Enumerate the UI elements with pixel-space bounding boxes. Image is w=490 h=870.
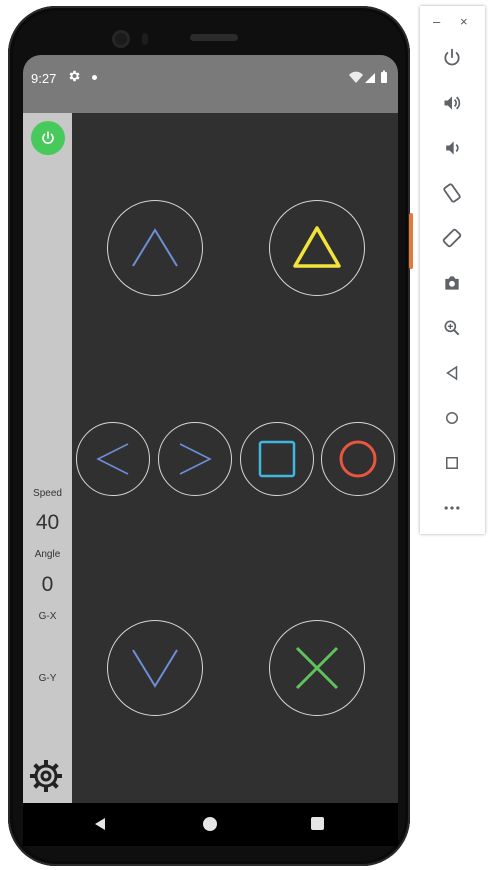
angle-value: 0	[41, 573, 54, 596]
rotate-right-button[interactable]	[440, 226, 464, 250]
power-icon	[444, 48, 460, 66]
zoom-icon	[444, 320, 460, 336]
triangle-button[interactable]	[269, 200, 365, 296]
angle-label: Angle	[34, 549, 61, 560]
earpiece	[190, 34, 238, 41]
back-icon[interactable]	[93, 817, 107, 831]
circle-icon	[339, 440, 377, 478]
rotate-left-icon	[443, 183, 461, 203]
square-button[interactable]	[240, 422, 314, 496]
volume-up-icon	[444, 96, 461, 110]
left-button[interactable]	[76, 422, 150, 496]
left-arrow-icon	[96, 443, 129, 475]
close-button[interactable]: ×	[460, 14, 468, 29]
notification-dot	[92, 75, 97, 80]
camera-icon	[445, 276, 459, 290]
back-button[interactable]	[440, 361, 464, 385]
recents-icon	[446, 457, 458, 469]
settings-gear-button[interactable]	[28, 758, 64, 794]
power-button[interactable]	[31, 121, 65, 155]
volume-down-button[interactable]	[440, 136, 464, 160]
right-button[interactable]	[158, 422, 232, 496]
cross-icon	[295, 646, 339, 690]
app-screen: 9:27 Speed 40 Angle 0 G-X G-Y	[23, 55, 398, 803]
speed-label: Speed	[33, 488, 62, 499]
sidebar: Speed 40 Angle 0 G-X G-Y	[23, 113, 72, 803]
power-icon	[42, 131, 54, 144]
zoom-button[interactable]	[440, 316, 464, 340]
emulator-toolbar: – ×	[420, 6, 485, 534]
rotate-left-button[interactable]	[440, 181, 464, 205]
gy-label: G-Y	[38, 673, 57, 684]
home-icon	[446, 412, 458, 424]
battery-icon	[381, 70, 387, 83]
more-icon	[444, 506, 460, 510]
circle-button[interactable]	[321, 422, 395, 496]
status-time: 9:27	[31, 71, 57, 86]
status-icons	[349, 70, 387, 83]
hardware-power-button[interactable]	[409, 213, 413, 269]
back-icon	[446, 365, 458, 381]
triangle-icon	[293, 226, 341, 268]
down-button[interactable]	[107, 620, 203, 716]
right-arrow-icon	[179, 443, 212, 475]
overview-button[interactable]	[440, 451, 464, 475]
gx-label: G-X	[38, 611, 57, 622]
recents-icon[interactable]	[311, 817, 324, 830]
home-icon[interactable]	[203, 817, 217, 831]
emulator-power-button[interactable]	[440, 46, 464, 70]
gear-icon	[34, 764, 58, 788]
speed-value: 40	[35, 511, 60, 534]
wifi-icon	[349, 71, 363, 83]
front-camera	[112, 30, 130, 48]
status-bar: 9:27	[23, 55, 398, 113]
signal-icon	[365, 73, 375, 83]
rotate-right-icon	[442, 228, 462, 248]
down-arrow-icon	[132, 649, 178, 688]
square-icon	[258, 440, 296, 478]
cross-button[interactable]	[269, 620, 365, 716]
volume-up-button[interactable]	[440, 91, 464, 115]
home-button[interactable]	[440, 406, 464, 430]
up-arrow-icon	[132, 228, 178, 267]
volume-down-icon	[446, 141, 459, 155]
proximity-sensor	[142, 33, 148, 45]
screenshot-button[interactable]	[440, 271, 464, 295]
settings-notification-icon	[69, 70, 80, 82]
up-button[interactable]	[107, 200, 203, 296]
more-button[interactable]	[440, 496, 464, 520]
minimize-button[interactable]: –	[433, 14, 440, 29]
navigation-bar	[23, 803, 398, 846]
